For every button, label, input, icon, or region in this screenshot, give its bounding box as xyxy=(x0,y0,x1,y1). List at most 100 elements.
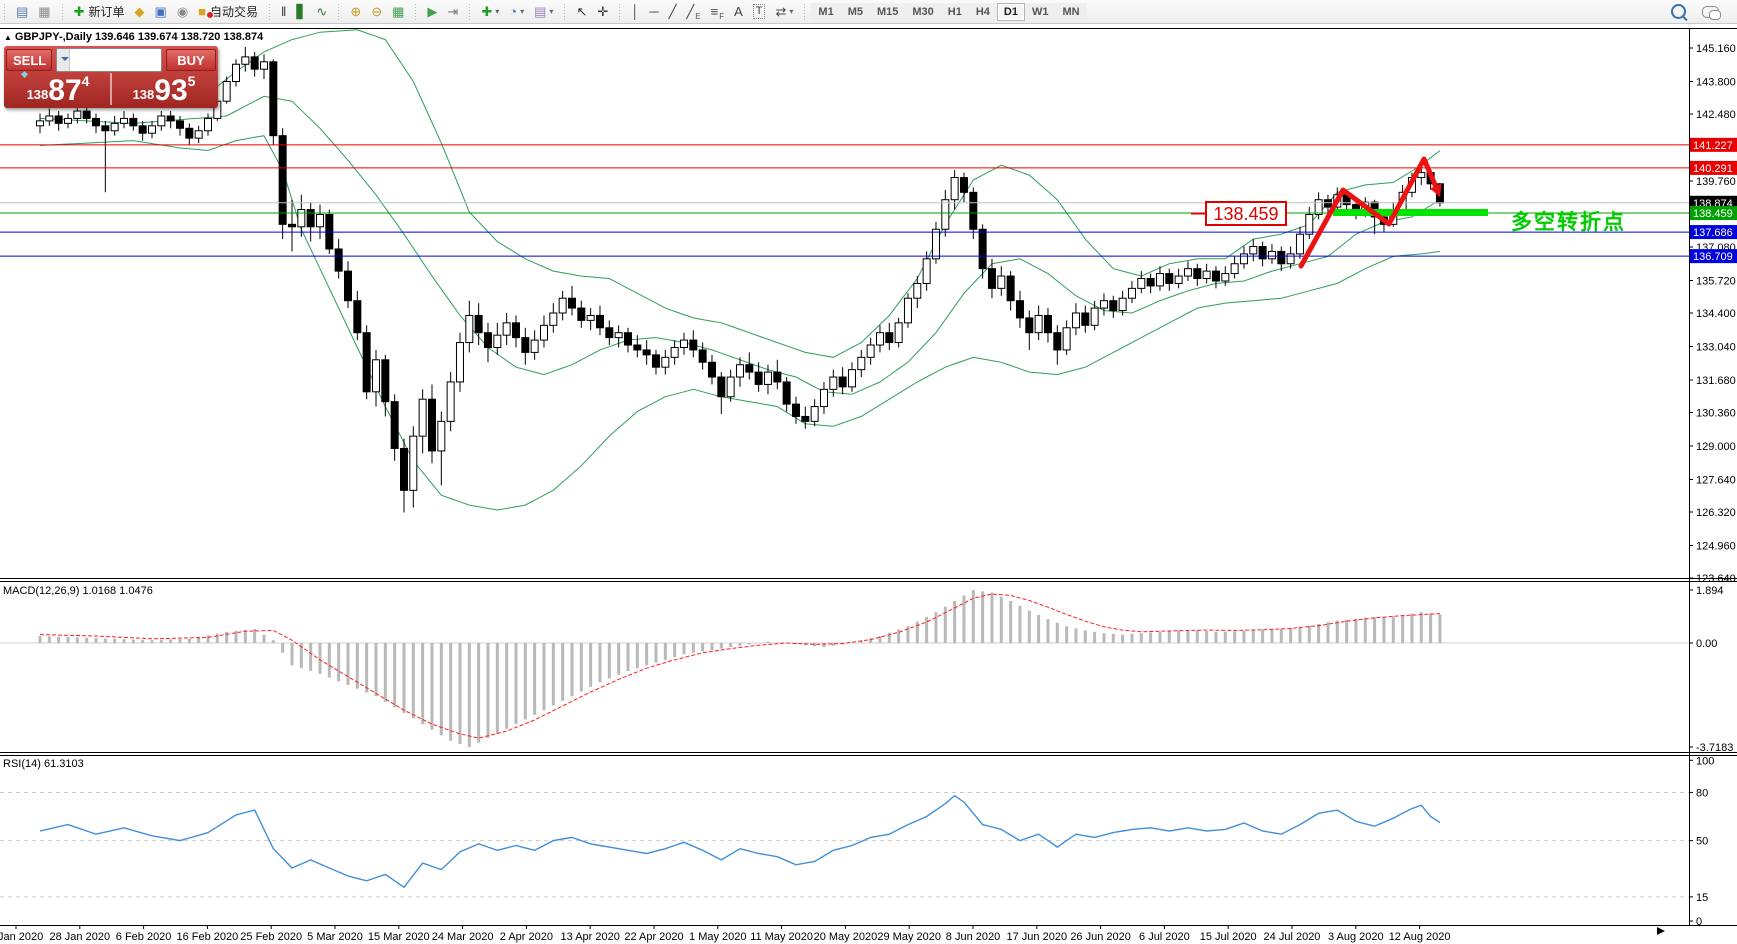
macd-histogram-bar xyxy=(440,643,443,735)
zoom-out-icon[interactable]: ⊖ xyxy=(366,2,387,22)
templates-button[interactable]: ▤▾ xyxy=(529,2,558,22)
macd-histogram-bar xyxy=(738,643,741,646)
horizontal-line-icon[interactable]: ─ xyxy=(644,2,663,22)
candle xyxy=(1007,276,1014,301)
cursor-icon[interactable]: ↖ xyxy=(571,2,592,22)
macd-histogram-bar xyxy=(1364,618,1367,643)
timeframe-w1[interactable]: W1 xyxy=(1025,3,1056,21)
chart-area[interactable]: 138.459多空转折点145.160143.800142.480139.760… xyxy=(0,24,1737,944)
candle xyxy=(699,350,706,362)
rsi-tick-label: 0 xyxy=(1696,916,1702,928)
chat-icon[interactable] xyxy=(1702,6,1719,18)
news-icon[interactable]: ◉ xyxy=(172,2,193,22)
candle xyxy=(550,313,557,325)
candle xyxy=(718,377,725,397)
periods-button[interactable]: ◔▾ xyxy=(504,2,529,22)
timeframe-m1[interactable]: M1 xyxy=(811,3,840,21)
text-icon[interactable]: A xyxy=(729,2,748,22)
price-pane[interactable] xyxy=(37,30,1444,513)
candle xyxy=(1054,333,1061,350)
timeframe-d1[interactable]: D1 xyxy=(997,3,1025,21)
data-window-icon[interactable]: ▦ xyxy=(33,2,55,22)
line-chart-icon[interactable]: ∿ xyxy=(311,2,332,22)
volume-stepper xyxy=(56,48,162,72)
volume-decrease-button[interactable] xyxy=(57,49,70,71)
bar-chart-icon[interactable]: ‖ xyxy=(276,2,291,22)
macd-pane[interactable] xyxy=(0,590,1689,747)
sell-price[interactable]: 138874 xyxy=(6,73,110,105)
equidistant-channel-icon: ╱ xyxy=(686,5,694,18)
timeframe-m5[interactable]: M5 xyxy=(841,3,870,21)
buy-price[interactable]: 138935 xyxy=(112,73,216,105)
arrows-icon[interactable]: ⇄▾ xyxy=(770,2,798,22)
candle xyxy=(139,126,146,133)
candle xyxy=(111,123,118,130)
support-zone-bar[interactable] xyxy=(1333,209,1488,216)
macd-histogram-bar xyxy=(1317,624,1320,643)
candlestick-chart-icon[interactable]: ▋ xyxy=(291,2,311,22)
timeframe-h4[interactable]: H4 xyxy=(969,3,997,21)
mql5-market-icon[interactable]: ◆ xyxy=(130,2,150,22)
price-tick-label: 133.040 xyxy=(1696,341,1736,353)
autotrading-button[interactable]: ■自动交易 xyxy=(193,2,263,22)
symbol-info: ▲GBPJPY-,Daily 139.646 139.674 138.720 1… xyxy=(4,31,263,43)
macd-indicator-label: MACD(12,26,9) 1.0168 1.0476 xyxy=(3,585,153,597)
macd-histogram-bar xyxy=(169,640,172,643)
price-axis[interactable]: 145.160143.800142.480139.760137.080135.7… xyxy=(1689,43,1737,928)
zoom-in-icon[interactable]: ⊕ xyxy=(345,2,366,22)
equidistant-channel-icon[interactable]: ╱E xyxy=(681,2,705,22)
timeframe-h1[interactable]: H1 xyxy=(941,3,969,21)
terminal-icon[interactable]: ▣ xyxy=(150,2,172,22)
indicators-button[interactable]: ✚▾ xyxy=(476,2,504,22)
rsi-pane[interactable] xyxy=(0,792,1689,896)
candle xyxy=(260,62,267,69)
candle xyxy=(1306,214,1313,234)
time-axis[interactable]: 9 Jan 202028 Jan 20206 Feb 202016 Feb 20… xyxy=(0,925,1665,943)
timeframe-mn[interactable]: MN xyxy=(1055,3,1086,21)
candle xyxy=(559,298,566,313)
crosshair-icon[interactable]: ✛ xyxy=(592,2,613,22)
macd-histogram-bar xyxy=(1186,630,1189,643)
macd-histogram-bar xyxy=(1429,613,1432,643)
sell-button[interactable]: SELL xyxy=(6,49,52,71)
auto-scroll-icon: ▶ xyxy=(427,5,437,18)
macd-histogram-bar xyxy=(1242,631,1245,643)
candle xyxy=(1147,279,1154,286)
market-watch-icon[interactable]: ▤ xyxy=(11,2,33,22)
bollinger-upper-line xyxy=(40,30,1440,358)
date-label: 20 May 2020 xyxy=(814,931,878,943)
tile-windows-icon[interactable]: ▦ xyxy=(387,2,409,22)
rsi-line xyxy=(40,796,1440,888)
fibonacci-icon: ≡ xyxy=(711,5,719,18)
buy-price-big: 93 xyxy=(154,78,187,104)
candle xyxy=(1212,271,1219,281)
timeframe-m15[interactable]: M15 xyxy=(870,3,905,21)
macd-histogram-bar xyxy=(384,643,387,702)
auto-scroll-icon[interactable]: ▶ xyxy=(422,2,442,22)
cursor-icon: ↖ xyxy=(576,5,587,18)
fibonacci-icon[interactable]: ≡F xyxy=(706,2,729,22)
candle xyxy=(736,365,743,377)
macd-histogram-bar xyxy=(486,643,489,738)
candle xyxy=(1287,254,1294,264)
new-order-button[interactable]: ✚新订单 xyxy=(69,2,130,22)
chinese-note-text[interactable]: 多空转折点 xyxy=(1511,210,1626,234)
macd-histogram-bar xyxy=(1009,601,1012,643)
search-icon[interactable] xyxy=(1671,4,1686,19)
macd-histogram-bar xyxy=(1345,620,1348,643)
trendline-icon[interactable]: ╱ xyxy=(664,2,682,22)
vertical-line-icon[interactable]: │ xyxy=(626,2,644,22)
macd-histogram-bar xyxy=(85,638,88,643)
timeframe-m30[interactable]: M30 xyxy=(905,3,940,21)
candle xyxy=(932,229,939,259)
sell-price-pip: 4 xyxy=(82,73,90,89)
volume-input[interactable] xyxy=(70,49,162,71)
text-label-icon[interactable]: T xyxy=(748,2,771,22)
mt4-window: ▤▦✚新订单◆▣◉■自动交易‖▋∿⊕⊖▦▶⇥✚▾◔▾▤▾↖✛│─╱╱E≡FAT⇄… xyxy=(0,0,1737,944)
macd-histogram-bar xyxy=(160,640,163,643)
macd-histogram-bar xyxy=(244,630,247,643)
price-chart-svg[interactable]: 138.459多空转折点145.160143.800142.480139.760… xyxy=(0,24,1737,944)
chart-shift-icon[interactable]: ⇥ xyxy=(442,2,463,22)
buy-button[interactable]: BUY xyxy=(166,49,216,71)
macd-histogram-bar xyxy=(729,643,732,647)
